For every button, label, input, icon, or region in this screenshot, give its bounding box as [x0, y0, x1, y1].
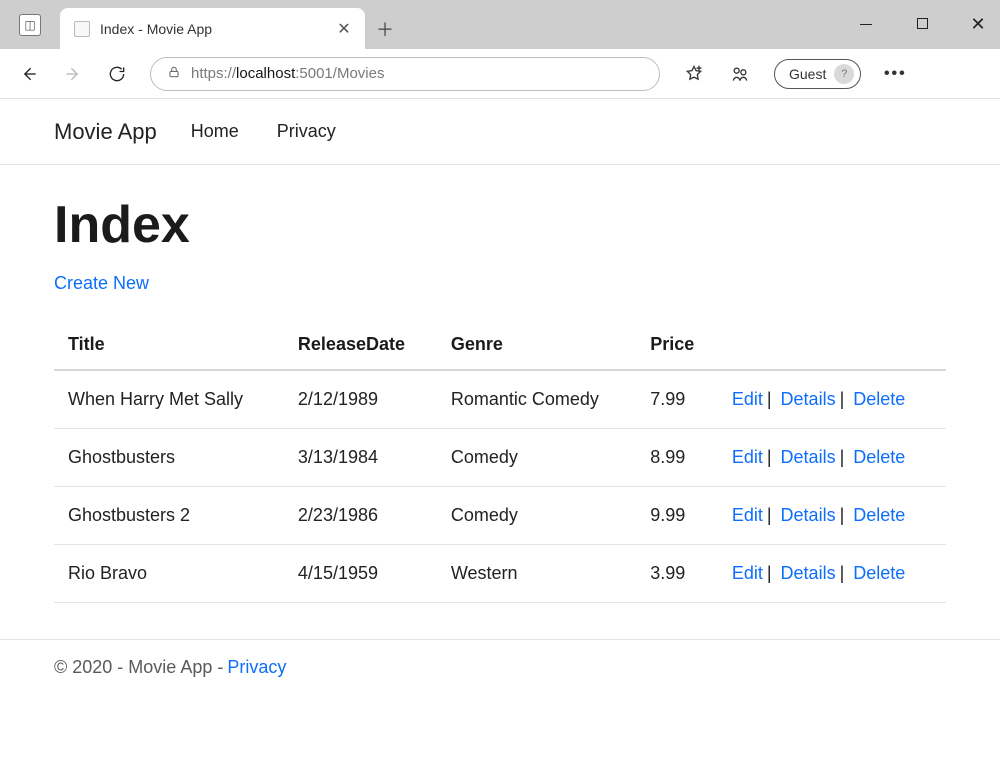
cell-title: Rio Bravo — [54, 545, 284, 603]
browser-titlebar: ◫ Index - Movie App ✕ ＋ ✕ — [0, 0, 1000, 49]
site-footer: © 2020 - Movie App - Privacy — [0, 639, 1000, 695]
collections-button[interactable] — [728, 62, 752, 86]
delete-link[interactable]: Delete — [853, 447, 905, 467]
address-bar[interactable]: https://localhost:5001/Movies — [150, 57, 660, 91]
col-price: Price — [636, 320, 718, 370]
new-tab-button[interactable]: ＋ — [365, 9, 405, 49]
details-link[interactable]: Details — [781, 389, 836, 409]
window-minimize-button[interactable] — [852, 16, 880, 34]
nav-home[interactable]: Home — [191, 121, 239, 142]
cell-title: Ghostbusters — [54, 429, 284, 487]
cell-release: 4/15/1959 — [284, 545, 437, 603]
url-host: localhost — [236, 65, 295, 82]
site-navbar: Movie App Home Privacy — [0, 99, 1000, 165]
collections-icon — [730, 64, 750, 84]
cell-release: 2/23/1986 — [284, 487, 437, 545]
refresh-button[interactable] — [106, 63, 128, 85]
table-row: Ghostbusters 2 2/23/1986 Comedy 9.99 Edi… — [54, 487, 946, 545]
col-actions — [718, 320, 946, 370]
url-port: :5001 — [295, 65, 333, 82]
site-brand[interactable]: Movie App — [54, 119, 157, 145]
cell-release: 2/12/1989 — [284, 370, 437, 429]
url-path: /Movies — [333, 65, 385, 82]
url-scheme: https:// — [191, 65, 236, 82]
profile-label: Guest — [789, 66, 826, 82]
back-button[interactable] — [18, 63, 40, 85]
col-release: ReleaseDate — [284, 320, 437, 370]
delete-link[interactable]: Delete — [853, 563, 905, 583]
window-controls: ✕ — [852, 0, 992, 49]
tab-close-button[interactable]: ✕ — [335, 19, 353, 39]
favicon-icon — [74, 21, 90, 37]
nav-privacy[interactable]: Privacy — [277, 121, 336, 142]
cell-actions: Edit| Details| Delete — [718, 429, 946, 487]
table-row: When Harry Met Sally 2/12/1989 Romantic … — [54, 370, 946, 429]
browser-toolbar: https://localhost:5001/Movies Guest ? ••… — [0, 49, 1000, 99]
cell-genre: Romantic Comedy — [437, 370, 636, 429]
cell-price: 3.99 — [636, 545, 718, 603]
cell-actions: Edit| Details| Delete — [718, 487, 946, 545]
col-title: Title — [54, 320, 284, 370]
cell-release: 3/13/1984 — [284, 429, 437, 487]
cell-actions: Edit| Details| Delete — [718, 370, 946, 429]
tab-title: Index - Movie App — [100, 21, 325, 37]
details-link[interactable]: Details — [781, 563, 836, 583]
movies-table: Title ReleaseDate Genre Price When Harry… — [54, 320, 946, 603]
refresh-icon — [107, 64, 127, 84]
footer-text: © 2020 - Movie App - — [54, 657, 223, 678]
window-maximize-button[interactable] — [908, 16, 936, 34]
lock-icon — [167, 65, 181, 83]
page-content: Index Create New Title ReleaseDate Genre… — [0, 165, 1000, 603]
edit-link[interactable]: Edit — [732, 563, 763, 583]
cell-price: 8.99 — [636, 429, 718, 487]
cell-title: Ghostbusters 2 — [54, 487, 284, 545]
favorites-button[interactable] — [682, 62, 706, 86]
cell-price: 9.99 — [636, 487, 718, 545]
arrow-left-icon — [19, 64, 39, 84]
details-link[interactable]: Details — [781, 505, 836, 525]
footer-privacy-link[interactable]: Privacy — [227, 657, 286, 678]
delete-link[interactable]: Delete — [853, 389, 905, 409]
cell-genre: Comedy — [437, 429, 636, 487]
app-menu[interactable]: ◫ — [0, 0, 60, 49]
cell-genre: Comedy — [437, 487, 636, 545]
table-row: Ghostbusters 3/13/1984 Comedy 8.99 Edit|… — [54, 429, 946, 487]
browser-tab-active[interactable]: Index - Movie App ✕ — [60, 8, 365, 49]
avatar-icon: ? — [834, 64, 854, 84]
edit-link[interactable]: Edit — [732, 389, 763, 409]
table-header-row: Title ReleaseDate Genre Price — [54, 320, 946, 370]
col-genre: Genre — [437, 320, 636, 370]
more-menu-button[interactable]: ••• — [883, 62, 907, 86]
create-new-link[interactable]: Create New — [54, 273, 149, 293]
details-link[interactable]: Details — [781, 447, 836, 467]
page-title: Index — [54, 195, 946, 255]
url-text: https://localhost:5001/Movies — [191, 65, 643, 82]
cell-title: When Harry Met Sally — [54, 370, 284, 429]
table-row: Rio Bravo 4/15/1959 Western 3.99 Edit| D… — [54, 545, 946, 603]
delete-link[interactable]: Delete — [853, 505, 905, 525]
window-close-button[interactable]: ✕ — [964, 14, 992, 35]
edit-link[interactable]: Edit — [732, 447, 763, 467]
profile-button[interactable]: Guest ? — [774, 59, 861, 89]
app-icon: ◫ — [19, 14, 41, 36]
arrow-right-icon — [63, 64, 83, 84]
star-plus-icon — [684, 64, 704, 84]
edit-link[interactable]: Edit — [732, 505, 763, 525]
cell-price: 7.99 — [636, 370, 718, 429]
cell-actions: Edit| Details| Delete — [718, 545, 946, 603]
forward-button[interactable] — [62, 63, 84, 85]
cell-genre: Western — [437, 545, 636, 603]
